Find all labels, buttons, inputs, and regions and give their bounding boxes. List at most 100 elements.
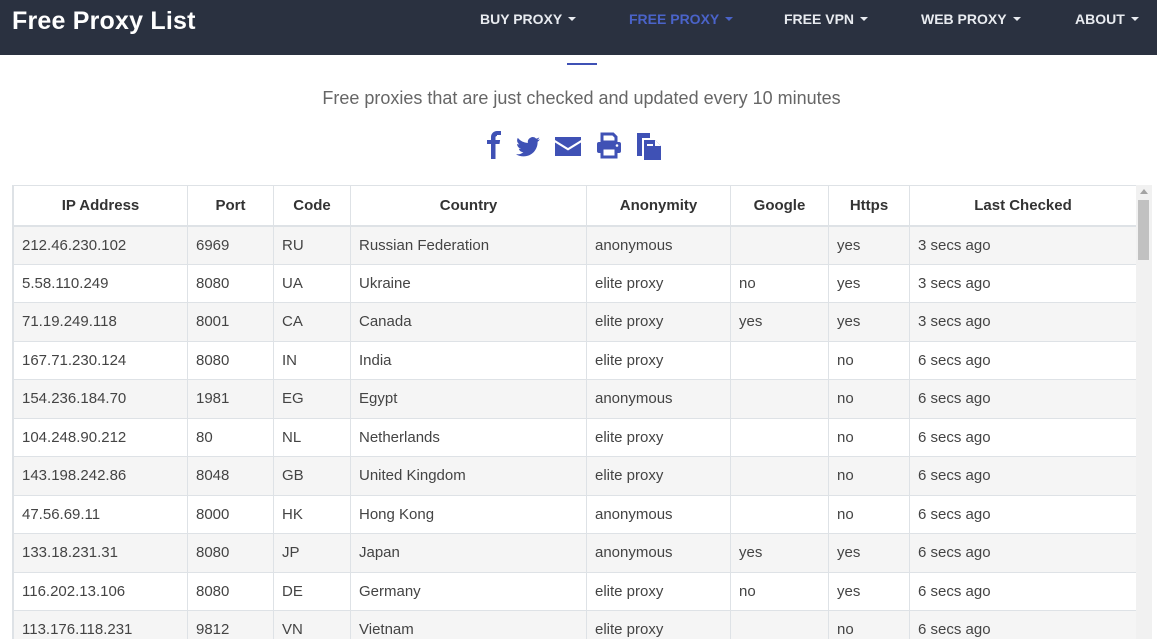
google-cell: no	[730, 263, 829, 303]
last-checked-cell: 3 secs ago	[909, 263, 1136, 303]
proxy-table-container: IP Address Port Code Country Anonymity G…	[12, 185, 1136, 639]
anonymity-cell: elite proxy	[586, 340, 731, 380]
ip-cell: 212.46.230.102	[13, 225, 188, 265]
ip-cell: 116.202.13.106	[13, 571, 188, 611]
scroll-thumb[interactable]	[1138, 200, 1149, 260]
table-scrollbar[interactable]	[1136, 185, 1152, 639]
country-cell: India	[350, 340, 587, 380]
top-navbar: Free Proxy List BUY PROXY FREE PROXY FRE…	[0, 0, 1157, 55]
https-cell: no	[828, 340, 910, 380]
email-icon[interactable]	[554, 131, 582, 161]
port-cell: 8080	[187, 340, 274, 380]
port-cell: 8048	[187, 456, 274, 496]
https-cell: no	[828, 379, 910, 419]
ip-cell: 47.56.69.11	[13, 494, 188, 534]
nav-free-proxy[interactable]: FREE PROXY	[629, 11, 734, 27]
nav-free-vpn-label: FREE VPN	[784, 11, 855, 27]
anonymity-cell: anonymous	[586, 494, 731, 534]
ip-cell: 143.198.242.86	[13, 456, 188, 496]
header-anonymity[interactable]: Anonymity	[586, 185, 731, 227]
anonymity-cell: elite proxy	[586, 417, 731, 457]
last-checked-cell: 6 secs ago	[909, 379, 1136, 419]
table-row: 5.58.110.249 8080 UA Ukraine elite proxy no ye…	[13, 263, 1136, 303]
google-cell	[730, 340, 829, 380]
port-cell: 6969	[187, 225, 274, 265]
google-cell: yes	[730, 302, 829, 342]
last-checked-cell: 3 secs ago	[909, 225, 1136, 265]
country-cell: Netherlands	[350, 417, 587, 457]
header-port[interactable]: Port	[187, 185, 274, 227]
header-code[interactable]: Code	[273, 185, 351, 227]
header-ip-address[interactable]: IP Address	[13, 185, 188, 227]
nav-about[interactable]: ABOUT	[1075, 11, 1139, 27]
anonymity-cell: elite proxy	[586, 610, 731, 639]
table-row: 133.18.231.31 8080 JP Japan anonymous yes yes 6…	[13, 533, 1136, 573]
nav-web-proxy[interactable]: WEB PROXY	[921, 11, 1021, 27]
https-cell: yes	[828, 533, 910, 573]
country-cell: United Kingdom	[350, 456, 587, 496]
ip-cell: 167.71.230.124	[13, 340, 188, 380]
header-google[interactable]: Google	[730, 185, 829, 227]
nav-web-proxy-label: WEB PROXY	[921, 11, 1007, 27]
last-checked-cell: 6 secs ago	[909, 417, 1136, 457]
caret-down-icon	[568, 17, 577, 22]
anonymity-cell: elite proxy	[586, 302, 731, 342]
caret-down-icon	[1130, 17, 1139, 22]
nav-free-proxy-label: FREE PROXY	[629, 11, 720, 27]
ip-cell: 5.58.110.249	[13, 263, 188, 303]
anonymity-cell: elite proxy	[586, 456, 731, 496]
table-row: 47.56.69.11 8000 HK Hong Kong anonymous no 6 s…	[13, 494, 1136, 534]
nav-buy-proxy[interactable]: BUY PROXY	[480, 11, 577, 27]
site-logo-title[interactable]: Free Proxy List	[12, 7, 196, 36]
port-cell: 8080	[187, 263, 274, 303]
header-last-checked[interactable]: Last Checked	[909, 185, 1136, 227]
google-cell	[730, 494, 829, 534]
anonymity-cell: anonymous	[586, 533, 731, 573]
anonymity-cell: elite proxy	[586, 571, 731, 611]
country-cell: Hong Kong	[350, 494, 587, 534]
code-cell: HK	[273, 494, 351, 534]
country-cell: Ukraine	[350, 263, 587, 303]
anonymity-cell: anonymous	[586, 379, 731, 419]
caret-down-icon	[725, 17, 734, 22]
scroll-up-arrow-icon[interactable]	[1140, 189, 1148, 194]
page-subtitle: Free proxies that are just checked and u…	[322, 88, 841, 108]
caret-down-icon	[860, 17, 869, 22]
copy-icon[interactable]	[634, 131, 664, 161]
code-cell: GB	[273, 456, 351, 496]
last-checked-cell: 6 secs ago	[909, 456, 1136, 496]
google-cell	[730, 610, 829, 639]
https-cell: no	[828, 610, 910, 639]
code-cell: NL	[273, 417, 351, 457]
header-https[interactable]: Https	[828, 185, 910, 227]
google-cell	[730, 379, 829, 419]
country-cell: Vietnam	[350, 610, 587, 639]
code-cell: EG	[273, 379, 351, 419]
https-cell: no	[828, 494, 910, 534]
header-country[interactable]: Country	[350, 185, 587, 227]
google-cell: yes	[730, 533, 829, 573]
table-row: 167.71.230.124 8080 IN India elite proxy no 6 …	[13, 340, 1136, 380]
nav-free-vpn[interactable]: FREE VPN	[784, 11, 869, 27]
caret-down-icon	[1012, 17, 1021, 22]
https-cell: no	[828, 456, 910, 496]
code-cell: CA	[273, 302, 351, 342]
facebook-icon[interactable]	[486, 131, 502, 161]
port-cell: 1981	[187, 379, 274, 419]
last-checked-cell: 6 secs ago	[909, 571, 1136, 611]
table-row: 71.19.249.118 8001 CA Canada elite proxy yes y…	[13, 302, 1136, 342]
last-checked-cell: 6 secs ago	[909, 610, 1136, 639]
https-cell: no	[828, 417, 910, 457]
print-icon[interactable]	[596, 131, 622, 161]
twitter-icon[interactable]	[516, 131, 541, 161]
google-cell	[730, 417, 829, 457]
country-cell: Canada	[350, 302, 587, 342]
table-header-row: IP Address Port Code Country Anonymity G…	[13, 185, 1136, 227]
nav-about-label: ABOUT	[1075, 11, 1125, 27]
proxy-list-table: IP Address Port Code Country Anonymity G…	[13, 185, 1136, 639]
table-row: 116.202.13.106 8080 DE Germany elite proxy no…	[13, 571, 1136, 611]
table-row: 104.248.90.212 80 NL Netherlands elite proxy…	[13, 417, 1136, 457]
https-cell: yes	[828, 263, 910, 303]
table-row: 143.198.242.86 8048 GB United Kingdom elite …	[13, 456, 1136, 496]
table-row: 154.236.184.70 1981 EG Egypt anonymous no 6 se…	[13, 379, 1136, 419]
